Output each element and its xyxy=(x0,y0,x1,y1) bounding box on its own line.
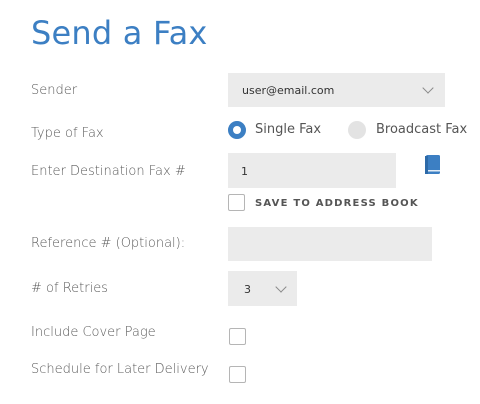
chevron-down-icon xyxy=(422,82,434,94)
destination-label: Enter Destination Fax # xyxy=(31,164,186,179)
save-to-address-book-label: SAVE TO ADDRESS BOOK xyxy=(255,198,419,209)
chevron-down-icon xyxy=(275,281,287,293)
reference-input[interactable] xyxy=(228,227,432,261)
page-title: Send a Fax xyxy=(31,14,208,52)
cover-page-checkbox[interactable] xyxy=(229,328,246,345)
sender-select[interactable]: user@email.com xyxy=(228,73,445,107)
retries-value: 3 xyxy=(244,283,251,296)
reference-label: Reference # (Optional): xyxy=(31,236,186,251)
destination-fax-input[interactable]: 1 xyxy=(228,153,396,188)
schedule-label: Schedule for Later Delivery xyxy=(31,362,209,377)
address-book-icon[interactable] xyxy=(425,155,441,174)
save-to-address-book-checkbox[interactable] xyxy=(228,194,245,211)
fax-type-label: Type of Fax xyxy=(31,126,104,141)
sender-value: user@email.com xyxy=(242,84,335,97)
radio-single-fax[interactable]: Single Fax xyxy=(228,120,328,140)
schedule-checkbox[interactable] xyxy=(229,366,246,383)
cover-page-label: Include Cover Page xyxy=(31,325,156,340)
retries-select[interactable]: 3 xyxy=(228,271,297,306)
radio-selected-icon[interactable] xyxy=(228,121,246,139)
radio-broadcast-fax-label: Broadcast Fax xyxy=(376,122,468,137)
radio-broadcast-fax[interactable]: Broadcast Fax xyxy=(348,120,468,140)
destination-fax-value: 1 xyxy=(241,165,248,178)
radio-unselected-icon[interactable] xyxy=(348,121,366,139)
sender-label: Sender xyxy=(31,83,78,98)
radio-single-fax-label: Single Fax xyxy=(255,122,322,137)
retries-label: # of Retries xyxy=(31,281,108,296)
